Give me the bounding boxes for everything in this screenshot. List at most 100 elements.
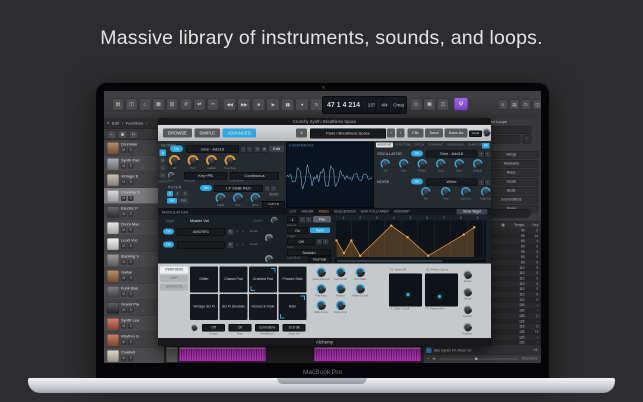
chevron-up-icon[interactable]: ∧ (242, 243, 244, 247)
preset-browse-button[interactable]: ∨ (296, 129, 307, 138)
audio-region[interactable] (166, 347, 178, 363)
oscillator-type-tab[interactable]: SPECTRAL (394, 143, 413, 148)
lcd-tempo[interactable]: 137 (365, 103, 378, 108)
modulator-tab[interactable]: MODMAP (394, 210, 410, 214)
filter-next-button[interactable]: › (271, 186, 278, 193)
mute-button[interactable]: M (121, 196, 127, 201)
source-mute-button[interactable]: ⊗ (261, 146, 268, 153)
plugin-footer[interactable]: Alchemy (158, 338, 491, 346)
source-knob[interactable] (188, 155, 199, 166)
mod-row-on-button[interactable]: On (163, 229, 174, 235)
solo-button[interactable]: S (128, 180, 134, 185)
preset-name-field[interactable]: Pads / Breathless Space (310, 129, 386, 139)
noise-knob[interactable] (441, 187, 451, 197)
browsers-icon[interactable]: ◫ (533, 100, 542, 110)
pause-button[interactable]: ▮▮ (281, 98, 294, 111)
editors-icon[interactable]: ▥ (166, 99, 178, 111)
xy-dot[interactable] (407, 293, 410, 296)
apple-loops-icon[interactable]: ↻ (521, 100, 531, 110)
track-row[interactable]: Backing V M S (104, 252, 164, 268)
mute-button[interactable]: M (121, 180, 127, 185)
loop-category-button[interactable]: Woodwind (484, 160, 539, 168)
chevron-up-icon[interactable]: ∧ (242, 230, 244, 234)
lcd-position[interactable]: 47 1 4 214 (323, 101, 365, 110)
adsr-knob[interactable] (463, 323, 472, 332)
lcd-time-signature[interactable]: 4/4 (379, 103, 391, 108)
perform-knob[interactable] (355, 284, 365, 294)
mseg-current-dropdown[interactable]: On (287, 228, 308, 235)
track-row[interactable]: Vintage E M S (104, 172, 164, 188)
modulator-tab[interactable]: MSEG (319, 210, 329, 214)
track-row[interactable]: Crunchy S M S (104, 188, 164, 204)
oscillator-knob[interactable] (381, 159, 391, 169)
noise-knob[interactable] (421, 187, 431, 197)
noise-knob[interactable] (461, 187, 471, 197)
noise-on-button[interactable]: On (411, 179, 423, 185)
preset-prev-button[interactable]: ‹ (387, 129, 395, 138)
mseg-envelope-editor[interactable] (335, 221, 486, 259)
mod-depth-knob[interactable] (265, 255, 273, 263)
transform-pad-cell[interactable]: Classic Pad (220, 267, 248, 293)
perform-knob[interactable] (355, 268, 365, 278)
plugin-view-tab[interactable]: BROWSE (163, 129, 192, 138)
oscillator-type-tab[interactable]: PITCH (414, 143, 426, 148)
source-knob[interactable] (225, 155, 236, 166)
oscillator-knob[interactable] (418, 159, 428, 169)
record-button[interactable]: ● (296, 98, 309, 111)
perform-control-dropdown[interactable]: 10.8 dB (283, 324, 306, 332)
preset-next-button[interactable]: › (397, 129, 405, 138)
adsr-knob[interactable] (463, 306, 472, 315)
show-target-button[interactable]: Show Target (457, 209, 488, 215)
hide-tracks-button[interactable]: H (129, 130, 138, 138)
solo-button[interactable]: S (128, 260, 134, 265)
quality-dropdown[interactable]: Great (469, 131, 482, 138)
mod-e-button[interactable]: E (227, 242, 234, 249)
source-knob[interactable] (206, 155, 217, 166)
mute-button[interactable]: M (121, 292, 127, 297)
xy-pad-1[interactable] (389, 274, 422, 307)
modulator-tab[interactable]: AHDSR (301, 210, 313, 214)
lcd-key[interactable]: Cmaj (391, 103, 406, 108)
perform-tab[interactable]: ARP (160, 275, 188, 282)
replace-icon[interactable]: ⇄ (194, 99, 206, 111)
solo-button[interactable]: S (128, 244, 134, 249)
oscillator-knob[interactable] (399, 159, 409, 169)
filter-routing-button[interactable]: Par (179, 198, 189, 204)
oscillator-type-tab[interactable]: ADDITIVE (376, 143, 393, 148)
mute-button[interactable]: M (121, 308, 127, 313)
solo-button[interactable]: S (128, 164, 134, 169)
mod-row-on-button[interactable]: On (163, 242, 174, 248)
perform-knob[interactable] (316, 284, 326, 294)
mod-target-value[interactable]: Master Vol (190, 219, 209, 224)
loop-preview-icon[interactable]: ∿ (426, 347, 432, 353)
oscillator-on-button[interactable]: On (411, 151, 423, 157)
solo-button[interactable]: S (128, 308, 134, 313)
transform-pad-cell[interactable]: Vintage Sci Fi (190, 294, 218, 320)
track-row[interactable]: Drum Mac M S (104, 220, 164, 236)
filter-slot-button[interactable]: 1 (167, 191, 173, 197)
filter-on-button[interactable]: On (200, 185, 212, 191)
save-as-button[interactable]: Save As (445, 129, 468, 138)
mod-e-button[interactable]: E (227, 229, 234, 236)
solo-button[interactable]: S (128, 228, 134, 233)
mod-knob[interactable] (168, 172, 175, 179)
perform-control-dropdown[interactable]: ControlEnv (255, 324, 279, 332)
transform-morph-knob[interactable] (191, 325, 198, 332)
track-row[interactable]: Lead Voc M S (104, 236, 164, 252)
master-volume-knob[interactable] (483, 129, 491, 137)
perform-control-dropdown[interactable]: Off (229, 324, 252, 332)
no-overlap-icon[interactable]: ⊘ (180, 99, 192, 111)
tuner-button[interactable]: Ψ (454, 98, 468, 111)
display-mode-icon[interactable]: ▣ (424, 99, 436, 111)
tempo-column-header[interactable]: Tempo (507, 223, 525, 227)
oscillator-dropdown[interactable]: Sine - Add18 (426, 151, 477, 158)
source-next-button[interactable]: › (247, 146, 254, 153)
perform-tab[interactable]: EFFECTS (160, 284, 188, 291)
transform-pad-cell[interactable]: Phased Stab (279, 267, 307, 293)
perform-tab[interactable]: PERFORM (160, 267, 188, 274)
source-tab[interactable]: A (160, 150, 167, 157)
noise-next-button[interactable]: › (485, 179, 492, 186)
chevron-down-icon[interactable]: ∨ (236, 230, 238, 234)
solo-button[interactable]: S (128, 148, 134, 153)
track-row[interactable]: Synth Lea M S (104, 316, 164, 332)
